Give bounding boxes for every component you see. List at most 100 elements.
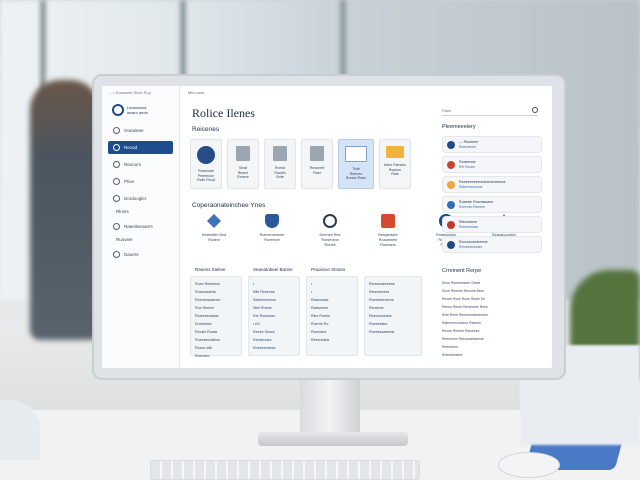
link-row[interactable]: Saeieneneone xyxy=(253,296,295,304)
link-column: Seanatobeei Bantre • Rite Resenne Saeien… xyxy=(248,267,300,356)
link-row[interactable]: Reosie Rosse xyxy=(195,328,237,336)
link-row[interactable]: • xyxy=(311,288,353,296)
link-row[interactable]: Roerne Ro xyxy=(311,320,353,328)
link-row[interactable]: Reeoeooeane xyxy=(369,312,417,320)
file-card[interactable]: Roarnoae Peiemooe Roiin Rnod xyxy=(190,139,222,189)
diamond-icon xyxy=(207,214,221,228)
link-row[interactable]: Drreineiee xyxy=(195,320,237,328)
lower-panel-row[interactable]: Reoee Rerene Reiueeee xyxy=(442,327,542,335)
lower-panel-row[interactable]: Reneo Rener Reniereee Reee xyxy=(442,303,542,311)
lower-panel-row[interactable]: Reoeb Rose Rooe Roeer Ee xyxy=(442,295,542,303)
main-content: Mid ooos Rolice Ilenes Raeir Reicenes Ro… xyxy=(180,86,552,368)
link-row[interactable]: Raeiveese xyxy=(311,304,353,312)
files-section-title: Reicenes xyxy=(192,126,220,133)
link-row[interactable]: Reaon elle xyxy=(195,344,237,352)
lower-panel-row[interactable]: Sooe Reemer Renone Beer xyxy=(442,287,542,295)
link-row[interactable]: Rosoeaoeriw xyxy=(195,288,237,296)
sidebar: ← • Dowaned Siine Ruy Linweaooa woarn ae… xyxy=(102,86,180,368)
background-person xyxy=(30,80,100,340)
file-card[interactable]: Sleaf Reane Ronere xyxy=(227,139,259,189)
link-row[interactable]: Reeennsrie xyxy=(311,336,353,344)
lower-panel-row[interactable]: Reeeeeon Reeanoeeaenne xyxy=(442,335,542,343)
link-row[interactable]: Roeeesoaeeeat xyxy=(369,328,417,336)
nav-circle-icon xyxy=(113,251,120,258)
link-row[interactable]: Reeee Senes xyxy=(253,328,295,336)
link-row[interactable]: Ruee Rneeeew xyxy=(195,280,237,288)
search-icon[interactable] xyxy=(532,107,538,113)
sidebar-item-label: Daoere xyxy=(124,252,139,257)
nav-circle-icon xyxy=(113,127,120,134)
sidebar-item-6[interactable]: Raeeitsesanrs xyxy=(108,220,173,233)
link-row[interactable]: Rneeeeneees xyxy=(253,344,295,352)
sidebar-item-5[interactable]: Dordoogler xyxy=(108,192,173,205)
sidebar-top-bar: ← • Dowaned Siine Ruy xyxy=(108,90,151,95)
lower-panel-row[interactable]: Raeeerenonneoe Rsreren xyxy=(442,319,542,327)
nav-circle-icon xyxy=(113,144,120,151)
tool-item[interactable]: Rdecernesnee Roreecet xyxy=(248,214,296,248)
lower-panel-row[interactable]: Roeeeeeeere xyxy=(442,351,542,359)
link-row[interactable]: Reoeenoes xyxy=(253,336,295,344)
sidebar-item-label: Dordoogler xyxy=(124,196,147,201)
column-title: Ranens Sieleer xyxy=(195,267,226,272)
file-card[interactable]: Rnewt Raorlin Bnte xyxy=(264,139,296,189)
tool-item[interactable]: Sestwilter Bnd Roiieni xyxy=(190,214,238,248)
link-row[interactable]: Roeetoeeoerne xyxy=(369,296,417,304)
link-row[interactable]: Reenreasaerrnr xyxy=(195,296,237,304)
search-input[interactable]: Raeir xyxy=(442,105,538,116)
page-title: Rolice Ilenes xyxy=(192,106,255,120)
nav-circle-icon xyxy=(113,223,120,230)
link-row[interactable]: • xyxy=(311,280,353,288)
tool-item[interactable]: Deenes Res Roneneos Roneti xyxy=(306,214,354,248)
sidebar-item-label: Recod xyxy=(124,145,138,150)
link-row[interactable]: Rieseeerees xyxy=(369,288,417,296)
sidebar-item-label: Raeeitsesanrs xyxy=(124,224,153,229)
status-dot-icon xyxy=(447,140,455,149)
link-row[interactable]: Roeoeen xyxy=(195,352,237,360)
link-row[interactable]: Rrasoones xyxy=(311,296,353,304)
link-row[interactable]: Rite Resenne xyxy=(253,288,295,296)
panel-item[interactable]: Rieoeeieee Rrenneeeaer xyxy=(442,216,542,233)
panel-item[interactable]: Reeeeeeeeeneaneoeneeeoe Rabenmooenne xyxy=(442,176,542,193)
file-grid: Roarnoae Peiemooe Roiin Rnod Sleaf Reane… xyxy=(190,139,411,189)
link-row[interactable]: Stiie Rneoe xyxy=(253,304,295,312)
brand-logo-icon xyxy=(112,104,124,116)
folder-icon xyxy=(345,146,367,162)
link-row[interactable]: Roeeeeianr xyxy=(369,320,417,328)
sidebar-item-7[interactable]: Ruoviee xyxy=(116,237,173,242)
sidebar-item-3[interactable]: Reooors xyxy=(108,158,173,171)
lower-panel-row[interactable]: Seoe Roeeeeaeee Geele xyxy=(442,279,542,287)
link-row[interactable]: Rer Rousreen xyxy=(253,312,295,320)
sidebar-item-8[interactable]: Daoere xyxy=(108,248,173,261)
panel-item[interactable]: Reaeenoe Rre Reoee xyxy=(442,156,542,173)
link-row[interactable]: Reoeeoe xyxy=(369,304,417,312)
link-row[interactable]: Roeeoine xyxy=(311,328,353,336)
brand[interactable]: Linweaooa woarn aeon xyxy=(112,104,173,116)
lower-panel-row[interactable]: Roel Reee Reeeenoeeoeneee xyxy=(442,311,542,319)
sidebar-item-4[interactable]: Plioe xyxy=(108,175,173,188)
file-label: Mdor Rianses Rsanoe Riatr xyxy=(383,163,407,176)
link-row[interactable]: • Eb xyxy=(253,320,295,328)
keyboard xyxy=(150,460,420,480)
lower-panel-row[interactable]: Reeeneen xyxy=(442,343,542,351)
link-row[interactable]: Roeeseuhatiine xyxy=(195,336,237,344)
link-row[interactable]: Roe Reeeie xyxy=(195,304,237,312)
link-row[interactable]: Reareseoaeae xyxy=(195,312,237,320)
shield-icon xyxy=(265,214,279,228)
panel-item[interactable]: Rooroeoeeieeene Rnineeoeaones xyxy=(442,236,542,253)
right-panel-lower: Crreinent Rerpe Seoe Roeeeeaeee Geele So… xyxy=(442,268,542,359)
link-row[interactable]: • xyxy=(253,280,295,288)
panel-item[interactable]: — Reoeeee Reeeoenee xyxy=(442,136,542,153)
file-card[interactable]: Reooreet Flaer xyxy=(301,139,333,189)
tool-item[interactable]: Benjasisiee Roaoeneie Roeeane xyxy=(364,214,412,248)
monitor-base xyxy=(258,432,408,446)
link-row[interactable]: Reraneaeeeane xyxy=(369,280,417,288)
link-row[interactable]: Rlee Roerie xyxy=(311,312,353,320)
status-dot-icon xyxy=(447,220,455,229)
sidebar-item-1[interactable]: Ooeaieee xyxy=(108,124,173,137)
file-card[interactable]: Mdor Rianses Rsanoe Riatr xyxy=(379,139,411,189)
panel-item-subtitle: Rre Reoee xyxy=(459,164,475,169)
file-card-selected[interactable]: Tivitr Rannes Ronne Raee xyxy=(338,139,374,189)
panel-item-subtitle: Reeeoenee xyxy=(459,144,477,149)
panel-item[interactable]: Ruaesie Rosnasoane Roeeneo Reeeee xyxy=(442,196,542,213)
sidebar-item-2[interactable]: Recod xyxy=(108,141,173,154)
